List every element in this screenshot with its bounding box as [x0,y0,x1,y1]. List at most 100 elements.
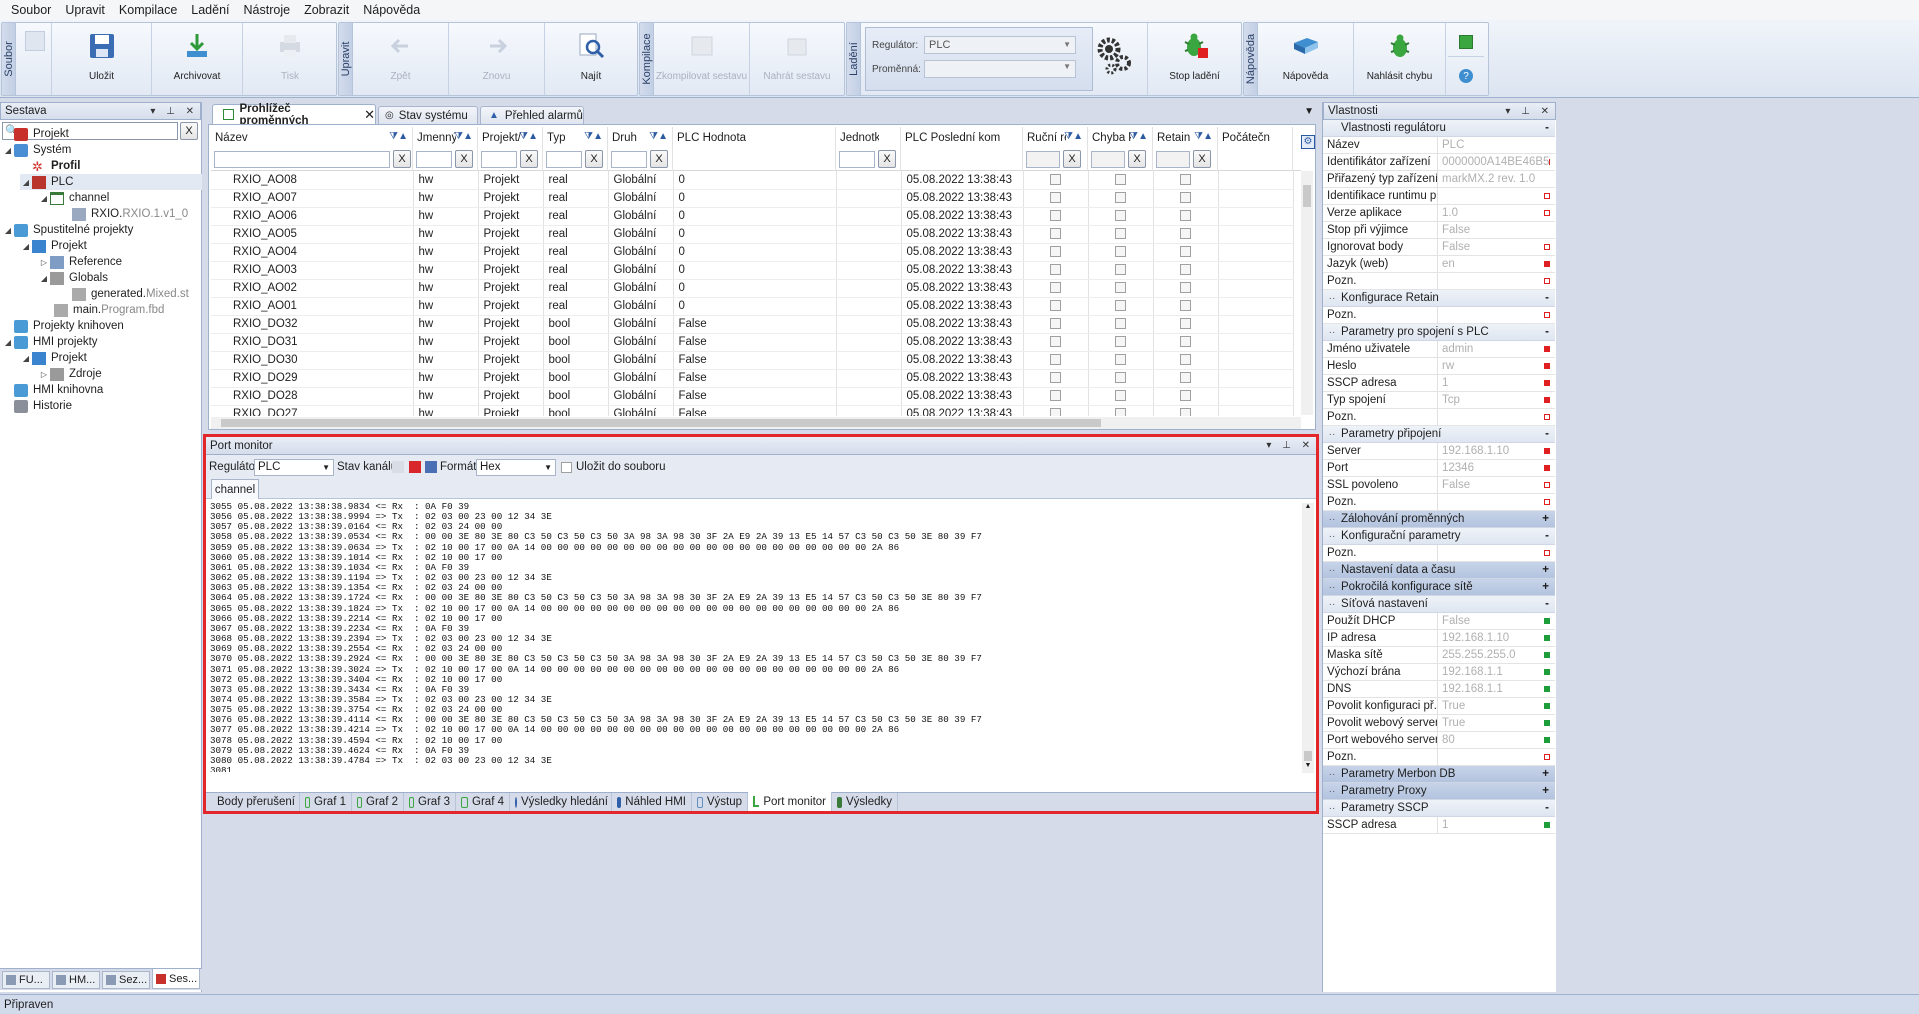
property-value[interactable]: 1 [1437,816,1555,834]
filter-sort-icon[interactable]: ⧩▲ [454,131,473,142]
property-section[interactable]: Vlastnosti regulátoru - [1323,120,1555,137]
find-button[interactable]: Najít [545,23,637,95]
row-checkbox[interactable] [1115,318,1126,330]
tab-graf-1[interactable]: Graf 1 [300,793,352,811]
tree-item-historie[interactable]: Historie [2,398,72,414]
expand-icon[interactable]: + [1542,564,1555,576]
compile-button[interactable]: Zkompilovat sestavu [654,23,750,95]
tab-stav-systemu[interactable]: ◎ Stav systému [378,106,478,124]
property-row[interactable]: Heslo rw [1323,357,1555,375]
filter-sort-icon[interactable]: ⧩▲ [584,131,603,142]
stop-debug-button[interactable]: Stop ladění [1147,23,1241,95]
property-row[interactable]: Port webového serveru 80 [1323,731,1555,749]
row-checkbox[interactable] [1050,282,1061,294]
column-header[interactable]: Ruční re⧩▲ X [1023,127,1088,171]
property-value[interactable]: en [1437,255,1555,273]
expand-arrow-icon[interactable]: ◢ [2,226,14,235]
tree-item-profil[interactable]: ✲ Profil [20,158,80,174]
row-checkbox[interactable] [1050,354,1061,366]
report-bug-button[interactable]: Nahlásit chybu [1354,23,1446,95]
property-value[interactable]: True [1437,714,1555,732]
row-checkbox[interactable] [1050,228,1061,240]
collapse-icon[interactable]: - [1545,292,1555,304]
property-row[interactable]: Stop při výjimce False [1323,221,1555,239]
variable-select[interactable]: ▼ [924,60,1076,78]
clear-filter-button[interactable]: X [1128,150,1146,168]
row-checkbox[interactable] [1115,210,1126,222]
row-checkbox[interactable] [1180,174,1191,186]
clear-search-button[interactable]: X [180,122,198,140]
row-checkbox[interactable] [1180,210,1191,222]
property-value[interactable] [1437,544,1555,562]
property-row[interactable]: Pozn. [1323,748,1555,766]
property-value[interactable]: PLC [1437,136,1555,154]
menu-kompilace[interactable]: Kompilace [112,3,184,17]
scroll-down-icon[interactable]: ▼ [1302,762,1314,769]
column-filter-input[interactable] [839,151,875,168]
tab-nahled-hmi[interactable]: Náhled HMI [612,793,692,811]
tree-item-main[interactable]: main. Program.fbd [54,302,164,318]
property-value[interactable] [1437,408,1555,426]
menu-zobrazit[interactable]: Zobrazit [297,3,356,17]
property-value[interactable]: False [1437,238,1555,256]
expand-arrow-icon[interactable]: ◢ [38,194,50,203]
expand-icon[interactable]: + [1542,513,1555,525]
tab-prehled-alarmu[interactable]: ▲ Přehled alarmů [480,106,584,124]
scroll-thumb[interactable] [1303,185,1311,207]
row-checkbox[interactable] [1115,192,1126,204]
property-section[interactable]: ·· Parametry Merbon DB + [1323,766,1555,783]
close-icon[interactable]: ✕ [364,107,375,123]
channel-tab-button[interactable]: channel [211,479,259,499]
property-row[interactable]: Výchozí brána 192.168.1.1 [1323,663,1555,681]
clear-filter-button[interactable]: X [650,150,668,168]
column-settings-gear-icon[interactable]: ⚙ [1301,135,1315,149]
property-section[interactable]: ·· Konfigurační parametry - [1323,528,1555,545]
collapse-arrow-icon[interactable]: ▷ [38,370,50,379]
tab-vysledky[interactable]: Výsledky [832,793,898,811]
property-value[interactable]: 0000000A14BE46B5 [1437,153,1555,171]
row-checkbox[interactable] [1180,282,1191,294]
expand-arrow-icon[interactable]: ◢ [20,178,32,187]
row-checkbox[interactable] [1180,246,1191,258]
table-row[interactable]: RXIO_AO05 hw Projekt real Globální 0 05.08.202… [211,225,1294,244]
collapse-icon[interactable]: - [1545,122,1555,134]
scroll-up-icon[interactable]: ▲ [1302,503,1314,510]
tree-item-plc[interactable]: ◢ PLC [20,174,202,190]
tree-item-rxio[interactable]: RXIO. RXIO.1.v1_0 [72,206,188,222]
column-filter-input[interactable] [611,151,647,168]
property-row[interactable]: Typ spojení Tcp [1323,391,1555,409]
property-row[interactable]: Pozn. [1323,408,1555,426]
clear-filter-button[interactable]: X [878,150,896,168]
row-checkbox[interactable] [1050,174,1061,186]
log-vertical-scrollbar[interactable]: ▲ ▼ [1302,503,1314,773]
property-value[interactable] [1437,272,1555,290]
property-row[interactable]: Port 12346 [1323,459,1555,477]
row-checkbox[interactable] [1115,264,1126,276]
row-checkbox[interactable] [1050,390,1061,402]
property-value[interactable]: 1 [1437,374,1555,392]
print-button[interactable]: Tisk [243,23,337,95]
panel-pin-close-icon[interactable]: ▾ ⊥ ✕ [150,106,200,117]
table-row[interactable]: RXIO_DO27 hw Projekt bool Globální False 05.08… [211,405,1294,416]
table-row[interactable]: RXIO_DO29 hw Projekt bool Globální False 05.08… [211,369,1294,388]
clear-filter-button[interactable]: X [585,150,603,168]
row-checkbox[interactable] [1180,300,1191,312]
column-filter-input[interactable] [1156,151,1190,168]
info-icon-button[interactable] [1448,27,1484,57]
save-to-file-checkbox[interactable] [561,462,572,473]
property-value[interactable]: 12346 [1437,459,1555,477]
undo-button[interactable]: Zpět [353,23,449,95]
tab-seznam[interactable]: Sez... [102,971,150,989]
table-row[interactable]: RXIO_AO06 hw Projekt real Globální 0 05.08.202… [211,207,1294,226]
tree-item-hmi-knihovna[interactable]: HMI knihovna [2,382,103,398]
property-value[interactable] [1437,187,1555,205]
clear-filter-button[interactable]: X [393,150,411,168]
property-value[interactable]: True [1437,697,1555,715]
tab-graf-3[interactable]: Graf 3 [404,793,456,811]
property-row[interactable]: Ignorovat body False [1323,238,1555,256]
column-header[interactable]: Chyba k ⧩▲ X [1088,127,1153,171]
tab-hmi[interactable]: HM... [52,971,100,989]
table-row[interactable]: RXIO_AO03 hw Projekt real Globální 0 05.08.202… [211,261,1294,280]
property-section[interactable]: ·· Parametry Proxy + [1323,783,1555,800]
property-row[interactable]: SSCP adresa 1 [1323,374,1555,392]
